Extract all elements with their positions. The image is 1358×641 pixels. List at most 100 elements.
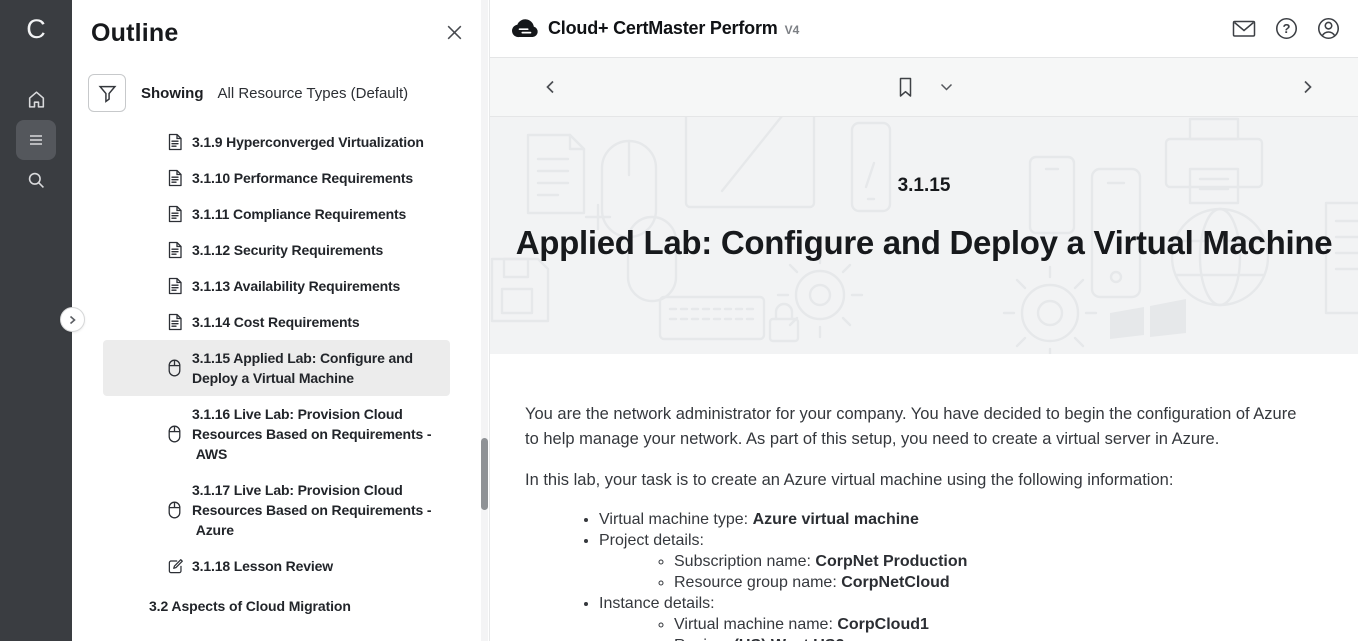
requirement-subitem: Virtual machine name: CorpCloud1	[674, 614, 1318, 635]
requirement-sublist: Virtual machine name: CorpCloud1 Region:…	[599, 614, 1318, 641]
outline-item-label: 3.1.16 Live Lab: Provision Cloud Resourc…	[192, 404, 437, 464]
requirement-subitem: Resource group name: CorpNetCloud	[674, 572, 1318, 593]
product-brand: Cloud+ CertMaster Perform V4	[510, 18, 799, 39]
outline-item-label: 3.1.11 Compliance Requirements	[192, 204, 437, 224]
outline-item-current[interactable]: 3.1.15 Applied Lab: Configure and Deploy…	[103, 340, 450, 396]
requirements-list: Virtual machine type: Azure virtual mach…	[525, 509, 1318, 641]
requirement-subitem: Region: (US) West US2	[674, 635, 1318, 641]
bookmark-icon	[896, 76, 915, 99]
outline-scrollbar-thumb[interactable]	[481, 438, 488, 510]
intro-paragraph: You are the network administrator for yo…	[525, 402, 1307, 452]
outline-item[interactable]: 3.1.12 Security Requirements	[103, 232, 450, 268]
outline-next-section[interactable]: 3.2 Aspects of Cloud Migration	[149, 598, 450, 614]
svg-text:?: ?	[1283, 21, 1291, 36]
outline-item[interactable]: 3.1.18 Lesson Review	[103, 548, 450, 584]
bookmark-button[interactable]	[896, 76, 915, 99]
help-icon: ?	[1275, 17, 1298, 40]
outline-item[interactable]: 3.1.17 Live Lab: Provision Cloud Resourc…	[103, 472, 450, 548]
outline-panel: Outline Showing All Resource Types (Defa…	[72, 0, 490, 641]
document-art-icon	[528, 135, 584, 213]
outline-panel-title: Outline	[91, 19, 179, 48]
outline-item-label: 3.1.10 Performance Requirements	[192, 168, 437, 188]
lesson-toolbar	[490, 58, 1358, 117]
outline-item[interactable]: 3.1.10 Performance Requirements	[103, 160, 450, 196]
filter-button[interactable]	[88, 74, 126, 112]
home-button[interactable]	[16, 79, 56, 119]
requirement-sublist: Subscription name: CorpNet Production Re…	[599, 551, 1318, 593]
document-icon	[167, 205, 184, 223]
account-button[interactable]	[1317, 17, 1340, 40]
mouse-art-icon	[602, 141, 656, 237]
home-icon	[26, 89, 47, 109]
search-icon	[26, 170, 47, 191]
requirement-item: Virtual machine type: Azure virtual mach…	[599, 509, 1318, 530]
next-lesson-button[interactable]	[1299, 78, 1316, 96]
windows-art-icon	[1110, 299, 1186, 339]
product-version: V4	[785, 20, 800, 37]
outline-menu-icon	[26, 130, 46, 150]
outline-item[interactable]: 3.1.13 Availability Requirements	[103, 268, 450, 304]
outline-menu-button[interactable]	[16, 120, 56, 160]
chevron-left-icon	[542, 78, 559, 96]
chevron-right-icon	[1299, 78, 1316, 96]
task-paragraph: In this lab, your task is to create an A…	[525, 468, 1307, 493]
chevron-down-icon	[940, 83, 953, 92]
lesson-title: Applied Lab: Configure and Deploy a Virt…	[516, 224, 1333, 262]
tablet-art-icon	[1030, 157, 1074, 233]
outline-item[interactable]: 3.1.9 Hyperconverged Virtualization	[103, 124, 450, 160]
edit-pencil-icon	[167, 558, 184, 575]
app-logo: C	[26, 12, 46, 46]
outline-item-label: 3.1.14 Cost Requirements	[192, 312, 437, 332]
filter-funnel-icon	[98, 84, 117, 103]
lesson-hero-banner: 3.1.15 Applied Lab: Configure and Deploy…	[490, 117, 1358, 354]
mail-icon	[1232, 19, 1256, 38]
main-content-area: Cloud+ CertMaster Perform V4 ?	[490, 0, 1358, 641]
panel-collapse-toggle[interactable]	[60, 307, 85, 332]
cloud-brand-icon	[510, 18, 539, 39]
document-icon	[167, 241, 184, 259]
document-icon	[167, 277, 184, 295]
floppy-art-icon	[492, 259, 548, 321]
mouse-icon	[167, 359, 184, 377]
outline-item-label: 3.1.15 Applied Lab: Configure and Deploy…	[192, 348, 437, 388]
monitor-art-icon	[686, 117, 814, 207]
outline-item-label: 3.1.17 Live Lab: Provision Cloud Resourc…	[192, 480, 437, 540]
keyboard-art-icon	[660, 297, 764, 339]
bookmark-menu-button[interactable]	[940, 83, 953, 92]
gear2-art-icon	[1004, 267, 1096, 354]
outline-item-label: 3.1.12 Security Requirements	[192, 240, 437, 260]
requirement-item: Project details: Subscription name: Corp…	[599, 530, 1318, 593]
outline-item[interactable]: 3.1.11 Compliance Requirements	[103, 196, 450, 232]
close-icon	[445, 23, 464, 42]
outline-item[interactable]: 3.1.14 Cost Requirements	[103, 304, 450, 340]
lesson-body: You are the network administrator for yo…	[490, 354, 1358, 641]
showing-label: Showing	[141, 85, 204, 102]
filter-current-value: All Resource Types (Default)	[218, 85, 409, 102]
mouse-icon	[167, 501, 184, 519]
mouse-icon	[167, 425, 184, 443]
previous-lesson-button[interactable]	[542, 78, 559, 96]
printer-art-icon	[1166, 119, 1262, 203]
product-header: Cloud+ CertMaster Perform V4 ?	[490, 0, 1358, 58]
outline-item-label: 3.1.9 Hyperconverged Virtualization	[192, 132, 437, 152]
messages-button[interactable]	[1232, 19, 1256, 38]
lesson-number: 3.1.15	[898, 175, 951, 197]
requirement-subitem: Subscription name: CorpNet Production	[674, 551, 1318, 572]
outline-item-label: 3.1.18 Lesson Review	[192, 556, 437, 576]
gear-art-icon	[778, 253, 862, 337]
chevron-right-icon	[67, 314, 78, 326]
close-outline-button[interactable]	[445, 23, 464, 47]
requirement-item: Instance details: Virtual machine name: …	[599, 593, 1318, 641]
outline-item-label: 3.1.13 Availability Requirements	[192, 276, 437, 296]
document-icon	[167, 133, 184, 151]
document-icon	[167, 313, 184, 331]
outline-scrollbar[interactable]	[481, 0, 488, 641]
product-name: Cloud+ CertMaster Perform	[548, 18, 778, 39]
phone-art-icon	[852, 123, 890, 211]
account-icon	[1317, 17, 1340, 40]
outline-item[interactable]: 3.1.16 Live Lab: Provision Cloud Resourc…	[103, 396, 450, 472]
document-icon	[167, 169, 184, 187]
search-button[interactable]	[16, 160, 56, 200]
help-button[interactable]: ?	[1275, 17, 1298, 40]
outline-list: 3.1.9 Hyperconverged Virtualization 3.1.…	[72, 124, 489, 614]
